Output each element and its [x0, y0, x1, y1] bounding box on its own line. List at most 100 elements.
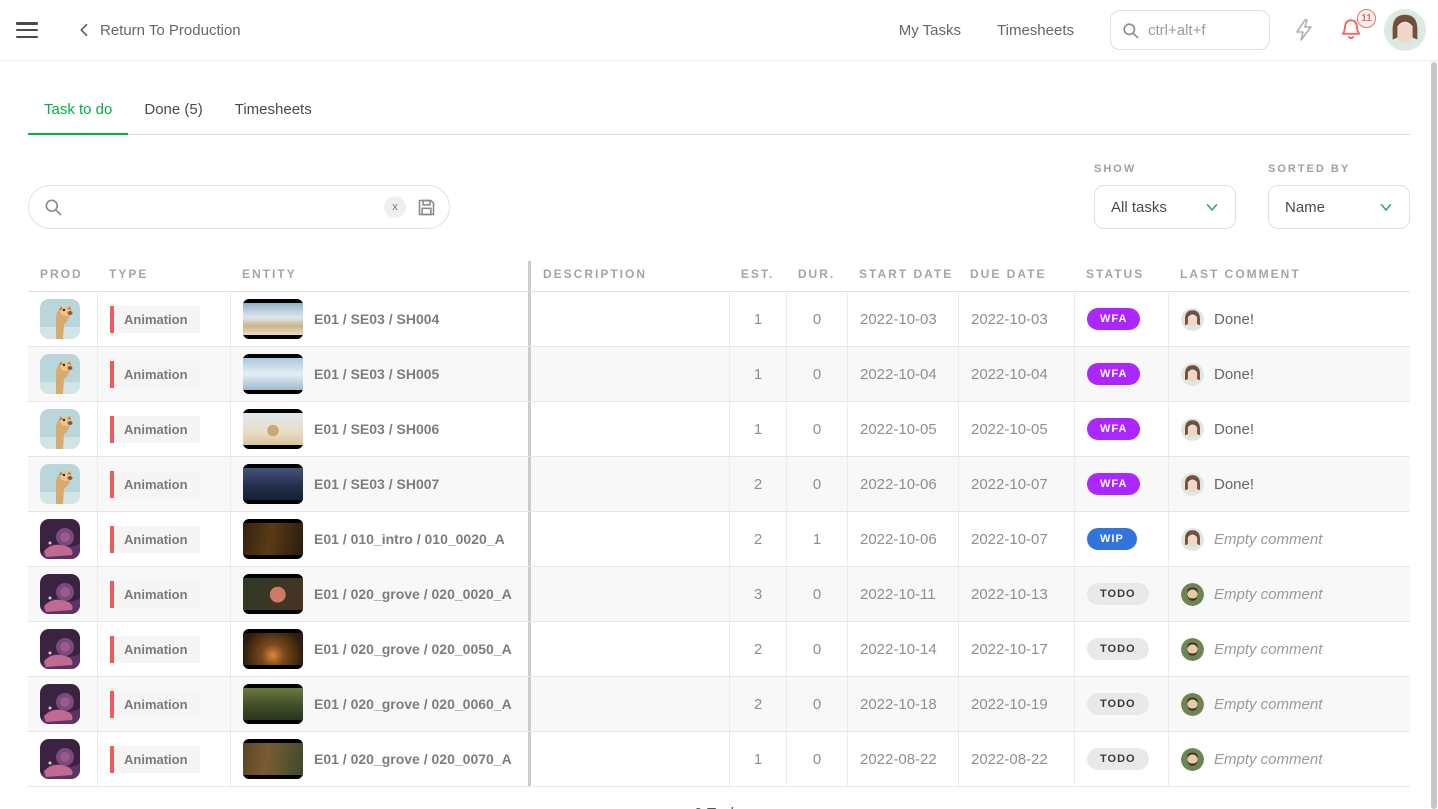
status-cell: WIP: [1074, 512, 1168, 566]
clear-filter-button[interactable]: x: [384, 196, 406, 218]
notification-count-badge: 11: [1357, 9, 1376, 28]
entity-thumbnail[interactable]: [243, 354, 303, 394]
entity-cell: E01 / 020_grove / 020_0060_A: [230, 677, 528, 731]
table-row: Animation E01 / SE03 / SH005 1 0 2022-10…: [28, 347, 1410, 402]
chevron-down-icon: [1203, 198, 1221, 216]
production-image: [40, 574, 80, 614]
prod-cell: [28, 292, 97, 346]
start-date-cell: 2022-10-06: [847, 457, 958, 511]
status-badge[interactable]: WIP: [1087, 528, 1137, 550]
start-date-cell: 2022-10-14: [847, 622, 958, 676]
entity-thumbnail[interactable]: [243, 464, 303, 504]
header-last-comment: LAST COMMENT: [1168, 261, 1410, 291]
status-badge[interactable]: TODO: [1087, 693, 1149, 715]
status-cell: TODO: [1074, 732, 1168, 786]
quick-actions-button[interactable]: [1292, 18, 1316, 42]
avatar-image: [1386, 11, 1424, 49]
type-cell: Animation: [97, 457, 230, 511]
nav-my-tasks[interactable]: My Tasks: [899, 22, 961, 39]
entity-thumbnail[interactable]: [243, 519, 303, 559]
status-badge[interactable]: TODO: [1087, 583, 1149, 605]
entity-cell: E01 / 020_grove / 020_0020_A: [230, 567, 528, 621]
production-thumbnail[interactable]: [40, 354, 80, 394]
last-comment-cell: Done!: [1168, 457, 1410, 511]
status-cell: TODO: [1074, 567, 1168, 621]
due-date-cell: 2022-10-07: [958, 457, 1074, 511]
last-comment-cell: Done!: [1168, 402, 1410, 456]
menu-icon[interactable]: [16, 22, 38, 38]
status-badge[interactable]: WFA: [1087, 418, 1140, 440]
type-cell: Animation: [97, 292, 230, 346]
task-filter-input[interactable]: [73, 199, 374, 216]
entity-link[interactable]: E01 / 020_grove / 020_0060_A: [314, 696, 512, 712]
vertical-scrollbar[interactable]: [1431, 62, 1437, 809]
tab-timesheets[interactable]: Timesheets: [219, 91, 328, 134]
show-select[interactable]: All tasks: [1094, 185, 1236, 229]
entity-thumbnail[interactable]: [243, 409, 303, 449]
description-cell: [528, 732, 729, 786]
entity-link[interactable]: E01 / 010_intro / 010_0020_A: [314, 531, 505, 547]
production-thumbnail[interactable]: [40, 519, 80, 559]
entity-thumbnail[interactable]: [243, 739, 303, 779]
description-cell: [528, 567, 729, 621]
entity-link[interactable]: E01 / 020_grove / 020_0020_A: [314, 586, 512, 602]
entity-link[interactable]: E01 / SE03 / SH007: [314, 476, 439, 492]
entity-link[interactable]: E01 / 020_grove / 020_0050_A: [314, 641, 512, 657]
sorted-by-group: SORTED BY Name: [1268, 163, 1410, 229]
header-entity: ENTITY: [230, 261, 528, 291]
task-type-badge: Animation: [110, 306, 200, 333]
search-icon: [43, 197, 63, 217]
task-type-badge: Animation: [110, 636, 200, 663]
lightning-icon: [1292, 18, 1316, 42]
save-filter-icon[interactable]: [416, 197, 437, 218]
back-to-production-link[interactable]: Return To Production: [76, 21, 241, 39]
duration-cell: 0: [786, 622, 847, 676]
production-thumbnail[interactable]: [40, 299, 80, 339]
duration-cell: 0: [786, 402, 847, 456]
task-filter-search: x: [28, 185, 450, 229]
tasks-table: PROD TYPE ENTITY DESCRIPTION EST. DUR. S…: [28, 261, 1410, 787]
entity-thumbnail[interactable]: [243, 574, 303, 614]
task-type-badge: Animation: [110, 361, 200, 388]
status-badge[interactable]: WFA: [1087, 363, 1140, 385]
estimation-cell: 1: [729, 402, 786, 456]
tab-done[interactable]: Done (5): [128, 91, 218, 134]
notifications-button[interactable]: 11: [1338, 17, 1364, 43]
entity-link[interactable]: E01 / 020_grove / 020_0070_A: [314, 751, 512, 767]
estimation-cell: 1: [729, 292, 786, 346]
production-thumbnail[interactable]: [40, 464, 80, 504]
entity-thumbnail[interactable]: [243, 684, 303, 724]
task-count: 9 Tasks: [28, 805, 1410, 809]
prod-cell: [28, 677, 97, 731]
due-date-cell: 2022-10-17: [958, 622, 1074, 676]
production-thumbnail[interactable]: [40, 684, 80, 724]
production-thumbnail[interactable]: [40, 739, 80, 779]
header-description: DESCRIPTION: [528, 261, 729, 291]
entity-link[interactable]: E01 / SE03 / SH004: [314, 311, 439, 327]
entity-link[interactable]: E01 / SE03 / SH005: [314, 366, 439, 382]
type-cell: Animation: [97, 622, 230, 676]
estimation-cell: 2: [729, 622, 786, 676]
status-badge[interactable]: WFA: [1087, 473, 1140, 495]
estimation-cell: 3: [729, 567, 786, 621]
global-search-input[interactable]: [1148, 22, 1248, 39]
sorted-by-select[interactable]: Name: [1268, 185, 1410, 229]
entity-thumbnail[interactable]: [243, 299, 303, 339]
status-cell: TODO: [1074, 622, 1168, 676]
production-thumbnail[interactable]: [40, 629, 80, 669]
production-thumbnail[interactable]: [40, 574, 80, 614]
status-badge[interactable]: TODO: [1087, 638, 1149, 660]
entity-thumbnail[interactable]: [243, 629, 303, 669]
table-row: Animation E01 / 010_intro / 010_0020_A 2…: [28, 512, 1410, 567]
nav-timesheets[interactable]: Timesheets: [997, 22, 1074, 39]
duration-cell: 1: [786, 512, 847, 566]
type-cell: Animation: [97, 567, 230, 621]
entity-cell: E01 / 020_grove / 020_0050_A: [230, 622, 528, 676]
status-badge[interactable]: TODO: [1087, 748, 1149, 770]
user-avatar[interactable]: [1386, 11, 1424, 49]
entity-link[interactable]: E01 / SE03 / SH006: [314, 421, 439, 437]
commenter-avatar-icon: [1181, 308, 1204, 331]
production-thumbnail[interactable]: [40, 409, 80, 449]
status-badge[interactable]: WFA: [1087, 308, 1140, 330]
tab-task-to-do[interactable]: Task to do: [28, 91, 128, 135]
